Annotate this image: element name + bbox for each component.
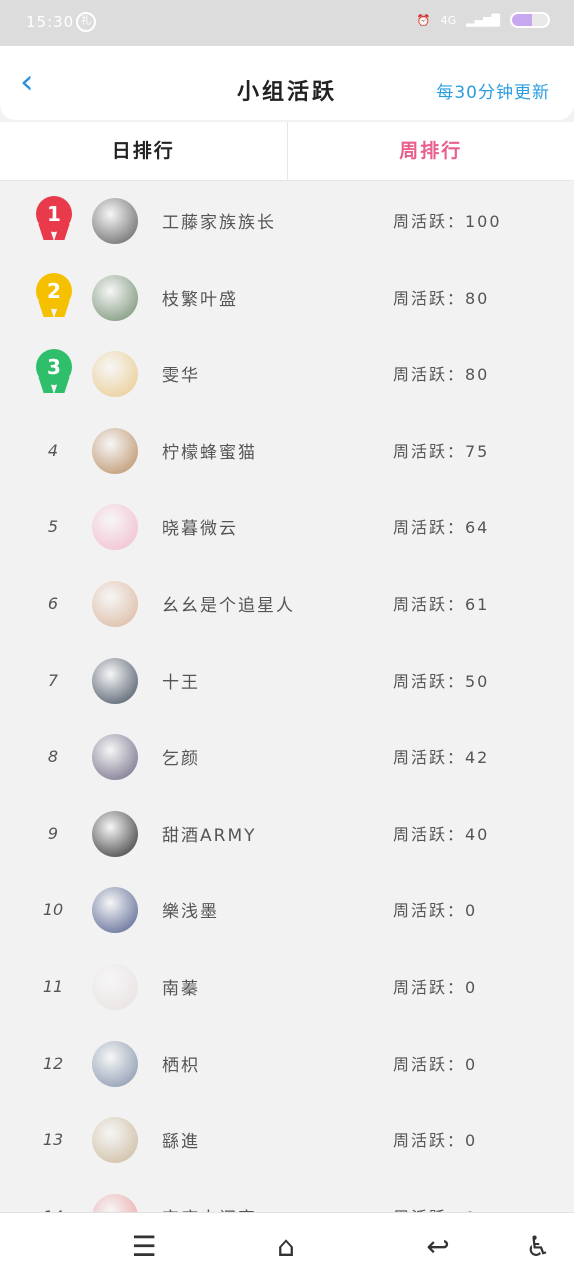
member-name: 工藤家族族长 [162,208,276,233]
weekly-activity: 周活跃：80 [393,361,489,385]
member-name: 南蓁 [162,974,200,999]
ranking-row[interactable]: 2 枝繁叶盛 周活跃：80 [0,259,574,336]
avatar[interactable] [92,351,138,397]
weekly-activity: 周活跃：75 [393,438,489,462]
avatar[interactable] [92,1194,138,1212]
alarm-icon: ⏰ [417,14,431,27]
ranking-row[interactable]: 5 晓暮微云 周活跃：64 [0,488,574,565]
avatar[interactable] [92,811,138,857]
avatar[interactable] [92,658,138,704]
member-name: 樂浅墨 [162,897,219,922]
rank-medal-icon: 3 [33,349,75,393]
rank-medal-icon: 2 [33,273,75,317]
header: ‹ 小组活跃 每30分钟更新 [0,46,574,120]
ranking-row[interactable]: 10 樂浅墨 周活跃：0 [0,871,574,948]
member-name: 晓暮微云 [162,514,238,539]
ranking-row[interactable]: 11 南蓁 周活跃：0 [0,948,574,1025]
menu-icon[interactable]: ☰ [126,1229,162,1265]
avatar[interactable] [92,887,138,933]
rank-number: 7 [30,660,76,702]
weekly-activity: 周活跃：64 [393,514,489,538]
rank-number: 9 [30,813,76,855]
ranking-row[interactable]: 6 幺幺是个追星人 周活跃：61 [0,565,574,642]
ranking-row[interactable]: 1 工藤家族族长 周活跃：100 [0,182,574,259]
member-name: 栖枳 [162,1051,200,1076]
accessibility-icon[interactable]: ♿ [520,1229,556,1265]
member-name: 乞颜 [162,744,200,769]
rank-number: 10 [30,889,76,931]
weekly-activity: 周活跃：0 [393,1204,477,1212]
weekly-activity: 周活跃：50 [393,668,489,692]
status-icons: ⏰ 4G ▂▄▆█ [417,12,550,28]
weekly-activity: 周活跃：61 [393,591,489,615]
weekly-activity: 周活跃：100 [393,208,502,232]
member-name: 雯华 [162,361,200,386]
tab-weekly[interactable]: 周排行 [287,122,574,180]
ranking-row[interactable]: 12 栖枳 周活跃：0 [0,1025,574,1102]
rank-number: 5 [30,506,76,548]
rank-number: 3 [36,349,72,385]
weekly-activity: 周活跃：0 [393,897,477,921]
ranking-row[interactable]: 14 空座人间客 周活跃：0 [0,1178,574,1212]
weekly-activity: 周活跃：42 [393,744,489,768]
status-time: 15:30 [26,13,74,31]
member-name: 幺幺是个追星人 [162,591,295,616]
ranking-row[interactable]: 13 繇進 周活跃：0 [0,1101,574,1178]
member-name: 枝繁叶盛 [162,285,238,310]
ranking-row[interactable]: 3 雯华 周活跃：80 [0,335,574,412]
status-bar: 15:30 礼 ⏰ 4G ▂▄▆█ [0,0,574,46]
avatar[interactable] [92,1041,138,1087]
ranking-row[interactable]: 7 十王 周活跃：50 [0,642,574,719]
avatar[interactable] [92,275,138,321]
avatar[interactable] [92,964,138,1010]
weekly-activity: 周活跃：40 [393,821,489,845]
avatar[interactable] [92,198,138,244]
tab-daily[interactable]: 日排行 [0,122,287,180]
rank-number: 6 [30,583,76,625]
home-icon[interactable]: ⌂ [268,1229,304,1265]
ranking-row[interactable]: 4 柠檬蜂蜜猫 周活跃：75 [0,412,574,489]
battery-icon [510,12,550,28]
member-name: 空座人间客 [162,1204,257,1212]
rank-number: 11 [30,966,76,1008]
ranking-row[interactable]: 9 甜酒ARMY 周活跃：40 [0,795,574,872]
member-name: 繇進 [162,1127,200,1152]
rank-number: 8 [30,736,76,778]
avatar[interactable] [92,1117,138,1163]
member-name: 甜酒ARMY [162,821,257,846]
rank-number: 2 [36,273,72,309]
system-nav-bar: ☰ ⌂ ↩ ♿ [0,1212,574,1281]
rank-number: 12 [30,1043,76,1085]
refresh-note: 每30分钟更新 [436,78,550,103]
rank-number: 1 [36,196,72,232]
rank-medal-icon: 1 [33,196,75,240]
notification-icon: 礼 [76,12,96,32]
signal-icon: ▂▄▆█ [466,14,500,27]
avatar[interactable] [92,581,138,627]
weekly-activity: 周活跃：0 [393,1127,477,1151]
weekly-activity: 周活跃：80 [393,285,489,309]
back-icon[interactable]: ↩ [420,1229,456,1265]
rank-number: 13 [30,1119,76,1161]
member-name: 柠檬蜂蜜猫 [162,438,257,463]
avatar[interactable] [92,734,138,780]
ranking-row[interactable]: 8 乞颜 周活跃：42 [0,718,574,795]
weekly-activity: 周活跃：0 [393,1051,477,1075]
avatar[interactable] [92,504,138,550]
network-label: 4G [441,14,457,27]
weekly-activity: 周活跃：0 [393,974,477,998]
tab-bar: 日排行 周排行 [0,122,574,181]
ranking-list: 1工藤家族族长周活跃：1002枝繁叶盛周活跃：803雯华周活跃：804柠檬蜂蜜猫… [0,182,574,1212]
rank-number: 4 [30,430,76,472]
rank-number: 14 [30,1196,76,1212]
member-name: 十王 [162,668,200,693]
avatar[interactable] [92,428,138,474]
